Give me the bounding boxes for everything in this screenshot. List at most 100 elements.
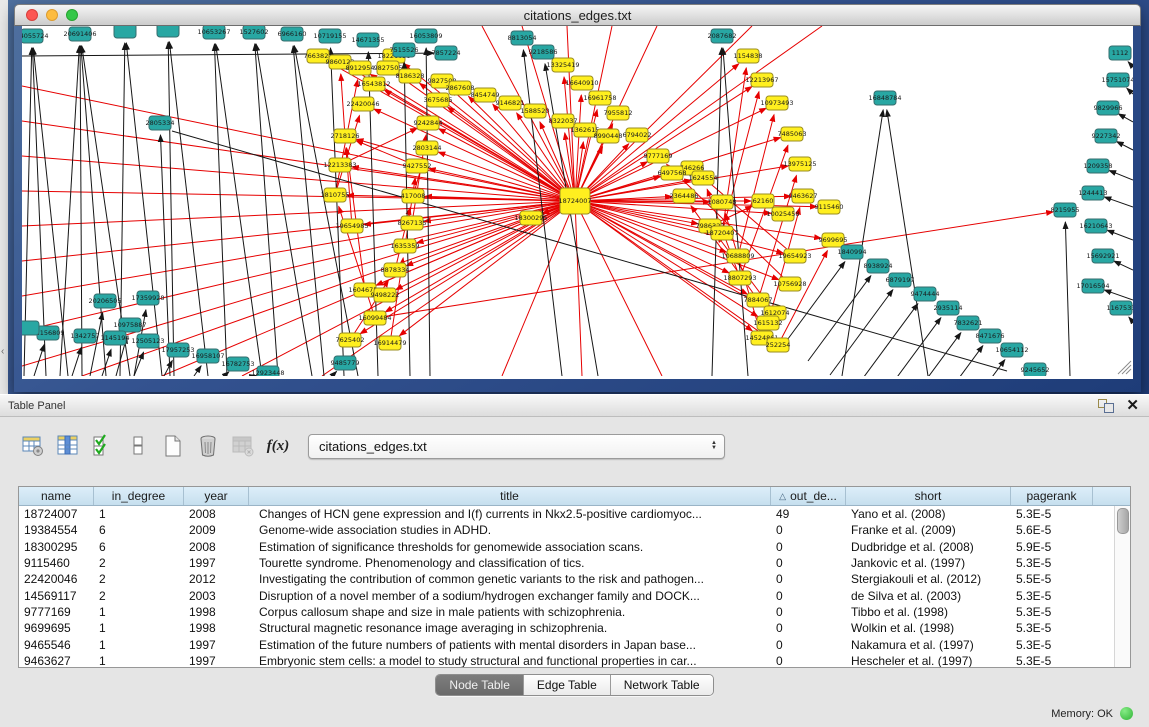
table-cell[interactable]: 2008	[184, 507, 249, 521]
table-cell[interactable]: Franke et al. (2009)	[846, 523, 1011, 537]
table-cell[interactable]: Stergiakouli et al. (2012)	[846, 572, 1011, 586]
table-row[interactable]: 1830029562008Estimation of significance …	[19, 539, 1115, 555]
table-cell[interactable]: 5.3E-5	[1011, 589, 1093, 603]
table-cell[interactable]: Changes of HCN gene expression and I(f) …	[249, 507, 771, 521]
function-builder-icon[interactable]: f(x)	[265, 433, 291, 459]
new-column-icon[interactable]	[160, 433, 186, 459]
table-cell[interactable]: 1998	[184, 605, 249, 619]
tab-edge-table[interactable]: Edge Table	[523, 675, 610, 695]
table-cell[interactable]: 2	[94, 556, 184, 570]
table-cell[interactable]: 5.3E-5	[1011, 507, 1093, 521]
table-cell[interactable]: 5.6E-5	[1011, 523, 1093, 537]
table-cell[interactable]: 5.5E-5	[1011, 572, 1093, 586]
table-cell[interactable]: 1997	[184, 556, 249, 570]
citation-edge[interactable]	[168, 42, 174, 376]
table-cell[interactable]: de Silva et al. (2003)	[846, 589, 1011, 603]
citation-edge[interactable]	[214, 44, 227, 376]
citation-edge[interactable]	[1114, 261, 1133, 270]
graph-node[interactable]	[157, 26, 179, 37]
column-header-in-degree[interactable]: in_degree	[94, 487, 184, 505]
canvas-resize-handle[interactable]	[1122, 365, 1131, 374]
window-titlebar[interactable]: citations_edges.txt	[14, 4, 1141, 26]
table-row[interactable]: 946362711997Embryonic stem cells: a mode…	[19, 653, 1115, 667]
table-row[interactable]: 1938455462009Genome-wide association stu…	[19, 522, 1115, 538]
citation-edge[interactable]	[80, 46, 82, 376]
float-panel-icon[interactable]	[1098, 399, 1114, 413]
citation-edge[interactable]	[22, 53, 434, 56]
table-row[interactable]: 911546021997Tourette syndrome. Phenomeno…	[19, 555, 1115, 571]
citation-edge[interactable]	[830, 290, 893, 375]
column-header-name[interactable]: name	[19, 487, 94, 505]
tab-network-table[interactable]: Network Table	[610, 675, 713, 695]
citation-edge[interactable]	[667, 164, 790, 284]
table-cell[interactable]: 1	[94, 507, 184, 521]
citation-edge[interactable]	[1107, 230, 1133, 240]
citation-edge[interactable]	[1127, 88, 1133, 94]
citation-edge[interactable]	[194, 366, 201, 376]
citation-edge[interactable]	[22, 121, 575, 201]
citation-edge[interactable]	[782, 262, 845, 347]
column-header-short[interactable]: short	[846, 487, 1011, 505]
table-cell[interactable]: Investigating the contribution of common…	[249, 572, 771, 586]
citation-edge[interactable]	[169, 42, 208, 376]
select-all-icon[interactable]	[90, 433, 116, 459]
citation-edge[interactable]	[22, 201, 575, 331]
table-row[interactable]: 1456911722003Disruption of a novel membe…	[19, 587, 1115, 603]
table-cell[interactable]: 1997	[184, 654, 249, 667]
table-cell[interactable]: 6	[94, 540, 184, 554]
table-cell[interactable]: Yano et al. (2008)	[846, 507, 1011, 521]
table-cell[interactable]: 2008	[184, 540, 249, 554]
table-cell[interactable]: Structural magnetic resonance image aver…	[249, 621, 771, 635]
table-cell[interactable]: 0	[771, 556, 846, 570]
citation-edge[interactable]	[920, 346, 983, 376]
close-panel-icon[interactable]: ✕	[1126, 399, 1139, 413]
table-cell[interactable]: 9115460	[19, 556, 94, 570]
citation-edge[interactable]	[855, 304, 918, 376]
citation-edge[interactable]	[778, 251, 827, 345]
table-cell[interactable]: 2003	[184, 589, 249, 603]
table-cell[interactable]: Corpus callosum shape and size in male p…	[249, 605, 771, 619]
citation-edge[interactable]	[1128, 62, 1133, 67]
table-cell[interactable]: Disruption of a novel member of a sodium…	[249, 589, 771, 603]
select-column-icon[interactable]	[55, 433, 81, 459]
citation-edge[interactable]	[842, 110, 883, 376]
table-row[interactable]: 2242004622012Investigating the contribut…	[19, 571, 1115, 587]
citation-edge[interactable]	[102, 349, 111, 376]
table-cell[interactable]: 19384554	[19, 523, 94, 537]
table-row[interactable]: 977716911998Corpus callosum shape and si…	[19, 604, 1115, 620]
table-cell[interactable]: 22420046	[19, 572, 94, 586]
citation-edge[interactable]	[255, 44, 278, 376]
table-cell[interactable]: 14569117	[19, 589, 94, 603]
graph-node[interactable]	[114, 26, 136, 38]
citation-edge[interactable]	[1104, 290, 1133, 300]
table-cell[interactable]: 0	[771, 605, 846, 619]
graph-node[interactable]	[22, 321, 39, 335]
network-canvas[interactable]: 1872400718300295766382298601238912954182…	[22, 26, 1133, 379]
table-cell[interactable]: 2	[94, 572, 184, 586]
table-cell[interactable]: Jankovic et al. (1997)	[846, 556, 1011, 570]
table-cell[interactable]: 0	[771, 654, 846, 667]
table-cell[interactable]: Estimation of significance thresholds fo…	[249, 540, 771, 554]
citation-edge[interactable]	[712, 48, 722, 376]
citation-edge[interactable]	[22, 191, 575, 201]
table-cell[interactable]: 9465546	[19, 638, 94, 652]
citation-edge[interactable]	[90, 313, 103, 376]
table-cell[interactable]: 1997	[184, 638, 249, 652]
table-row[interactable]: 1872400712008Changes of HCN gene express…	[19, 506, 1115, 522]
citation-edge[interactable]	[72, 347, 81, 376]
table-row[interactable]: 946554611997Estimation of the future num…	[19, 636, 1115, 652]
table-cell[interactable]: Nakamura et al. (1997)	[846, 638, 1011, 652]
citation-edge[interactable]	[332, 371, 337, 376]
table-cell[interactable]: 5.9E-5	[1011, 540, 1093, 554]
table-cell[interactable]: 5.3E-5	[1011, 605, 1093, 619]
table-cell[interactable]: 9777169	[19, 605, 94, 619]
table-cell[interactable]: Embryonic stem cells: a model to study s…	[249, 654, 771, 667]
citation-edge[interactable]	[878, 318, 941, 376]
table-cell[interactable]: 0	[771, 540, 846, 554]
citation-edge[interactable]	[172, 131, 1007, 371]
citation-edge[interactable]	[808, 276, 871, 361]
table-cell[interactable]: 9699695	[19, 621, 94, 635]
unselect-all-icon[interactable]	[125, 433, 151, 459]
vertical-scrollbar[interactable]	[1114, 506, 1130, 667]
table-cell[interactable]: Wolkin et al. (1998)	[846, 621, 1011, 635]
